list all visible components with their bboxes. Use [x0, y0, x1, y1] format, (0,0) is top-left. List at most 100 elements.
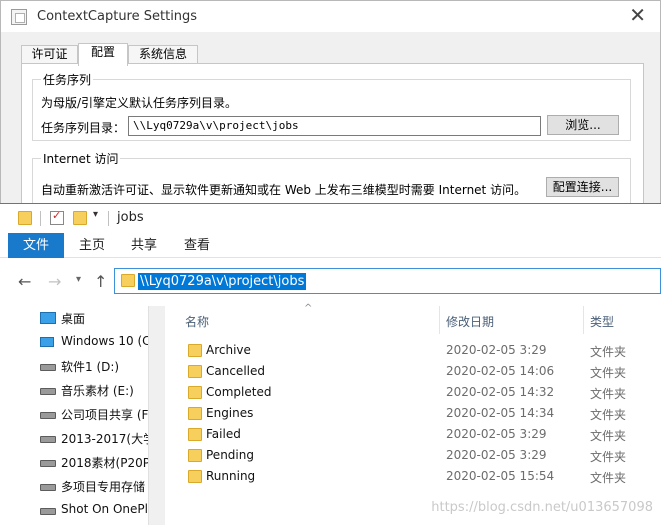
file-name: Running: [206, 469, 256, 483]
column-divider[interactable]: [583, 306, 584, 334]
file-type: 文件夹: [590, 345, 627, 359]
tab-share[interactable]: 共享: [131, 233, 157, 258]
browse-button[interactable]: 浏览...: [547, 115, 619, 135]
folder-icon: [188, 428, 202, 441]
dialog-title-bar: ContextCapture Settings ✕: [1, 1, 660, 32]
file-type: 文件夹: [590, 429, 627, 443]
tab-license[interactable]: 许可证: [21, 45, 78, 64]
column-header-date[interactable]: 修改日期: [446, 313, 494, 330]
up-icon[interactable]: ↑: [94, 272, 107, 292]
sidebar-item-drive-storage[interactable]: 多项目专用存储: [40, 476, 148, 496]
ribbon-tabs: 文件 主页 共享 查看: [0, 233, 661, 258]
file-name: Completed: [206, 385, 272, 399]
properties-icon[interactable]: [50, 209, 64, 225]
column-header-name[interactable]: 名称: [185, 313, 209, 330]
windows-drive-icon: [40, 337, 54, 347]
address-input[interactable]: \\Lyq0729a\v\project\jobs: [138, 273, 307, 290]
back-icon[interactable]: ←: [18, 272, 31, 292]
sidebar-item-label: 2018素材(P20P,: [61, 456, 148, 470]
internet-access-group-label: Internet 访问: [41, 150, 121, 167]
sidebar-item-label: 2013-2017(大学: [61, 432, 148, 446]
sidebar-item-label: 桌面: [61, 312, 86, 326]
job-queue-directory-input[interactable]: \\Lyq0729a\v\project\jobs: [128, 116, 541, 136]
file-name: Cancelled: [206, 364, 265, 378]
address-bar[interactable]: \\Lyq0729a\v\project\jobs: [114, 268, 661, 294]
file-name: Archive: [206, 343, 251, 357]
file-explorer-window: ▾ jobs 文件 主页 共享 查看 ← → ▾ ↑ \\Lyq0729a\v\…: [0, 203, 661, 525]
file-row[interactable]: Running 2020-02-05 15:54 文件夹: [166, 466, 661, 487]
tab-view[interactable]: 查看: [184, 233, 210, 258]
internet-access-description: 自动重新激活许可证、显示软件更新通知或在 Web 上发布三维模型时需要 Inte…: [41, 183, 527, 197]
sort-indicator-icon: ^: [304, 303, 313, 314]
title-divider-2: [108, 211, 109, 226]
file-date: 2020-02-05 3:29: [446, 427, 547, 441]
file-name: Engines: [206, 406, 254, 420]
app-icon: [11, 9, 27, 25]
forward-icon[interactable]: →: [48, 272, 61, 292]
dialog-title: ContextCapture Settings: [37, 9, 198, 24]
tab-home[interactable]: 主页: [79, 233, 105, 258]
sidebar-item-drive-oneplus[interactable]: Shot On OnePl: [40, 500, 148, 520]
drive-icon: [40, 364, 56, 371]
chevron-down-icon[interactable]: ▾: [93, 209, 98, 220]
navigation-pane: 桌面 Windows 10 (C 软件1 (D:) 音乐素材 (E:) 公司项目…: [0, 306, 148, 525]
sidebar-item-drive-c[interactable]: Windows 10 (C: [40, 332, 148, 352]
file-type: 文件夹: [590, 366, 627, 380]
sidebar-item-label: 音乐素材 (E:): [61, 384, 134, 398]
sidebar-item-label: Windows 10 (C: [61, 334, 148, 348]
sidebar-item-desktop[interactable]: 桌面: [40, 308, 148, 328]
close-icon[interactable]: ✕: [629, 5, 646, 25]
folder-icon: [188, 470, 202, 483]
address-folder-icon: [121, 274, 135, 287]
file-row[interactable]: Pending 2020-02-05 3:29 文件夹: [166, 445, 661, 466]
file-type: 文件夹: [590, 450, 627, 464]
recent-locations-icon[interactable]: ▾: [76, 274, 81, 285]
column-divider[interactable]: [439, 306, 440, 334]
sidebar-item-drive-d[interactable]: 软件1 (D:): [40, 356, 148, 376]
settings-dialog: ContextCapture Settings ✕ 许可证 配置 系统信息 任务…: [0, 0, 661, 208]
new-folder-icon[interactable]: [73, 211, 87, 225]
sidebar-item-drive-e[interactable]: 音乐素材 (E:): [40, 380, 148, 400]
drive-icon: [40, 508, 56, 515]
desktop-icon: [40, 312, 56, 324]
configuration-panel: 任务序列 为母版/引擎定义默认任务序列目录。 任务序列目录： \\Lyq0729…: [21, 63, 644, 208]
file-row[interactable]: Archive 2020-02-05 3:29 文件夹: [166, 340, 661, 361]
folder-icon: [188, 386, 202, 399]
tab-system-info[interactable]: 系统信息: [128, 45, 198, 64]
sidebar-item-label: 公司项目共享 (F: [61, 408, 148, 422]
file-row[interactable]: Failed 2020-02-05 3:29 文件夹: [166, 424, 661, 445]
job-queue-field-label: 任务序列目录：: [41, 121, 126, 135]
tab-configuration[interactable]: 配置: [78, 43, 128, 66]
folder-icon: [18, 211, 32, 225]
sidebar-item-drive-2018[interactable]: 2018素材(P20P,: [40, 452, 148, 472]
file-date: 2020-02-05 14:06: [446, 364, 555, 378]
sidebar-item-drive-university[interactable]: 2013-2017(大学: [40, 428, 148, 448]
explorer-title: jobs: [117, 210, 144, 225]
job-queue-group-label: 任务序列: [41, 71, 94, 88]
configure-connection-button[interactable]: 配置连接...: [546, 177, 619, 197]
file-list: ^ 名称 修改日期 类型 Archive 2020-02-05 3:29 文件夹…: [166, 303, 661, 525]
column-header-type[interactable]: 类型: [590, 313, 614, 330]
folder-icon: [188, 344, 202, 357]
file-tab[interactable]: 文件: [8, 233, 64, 258]
folder-icon: [188, 449, 202, 462]
file-row[interactable]: Engines 2020-02-05 14:34 文件夹: [166, 403, 661, 424]
file-date: 2020-02-05 14:32: [446, 385, 555, 399]
drive-icon: [40, 460, 56, 467]
file-row[interactable]: Completed 2020-02-05 14:32 文件夹: [166, 382, 661, 403]
watermark: https://blog.csdn.net/u013657098: [431, 500, 653, 515]
drive-icon: [40, 436, 56, 443]
drive-icon: [40, 412, 56, 419]
sidebar-item-label: 多项目专用存储: [61, 480, 146, 494]
navigation-scrollbar[interactable]: [148, 306, 165, 525]
sidebar-item-drive-f[interactable]: 公司项目共享 (F: [40, 404, 148, 424]
file-name: Failed: [206, 427, 241, 441]
file-type: 文件夹: [590, 408, 627, 422]
folder-icon: [188, 407, 202, 420]
file-date: 2020-02-05 3:29: [446, 448, 547, 462]
explorer-title-bar: ▾ jobs: [0, 204, 661, 233]
drive-icon: [40, 388, 56, 395]
file-date: 2020-02-05 3:29: [446, 343, 547, 357]
sidebar-item-label: Shot On OnePl: [61, 502, 148, 516]
file-row[interactable]: Cancelled 2020-02-05 14:06 文件夹: [166, 361, 661, 382]
